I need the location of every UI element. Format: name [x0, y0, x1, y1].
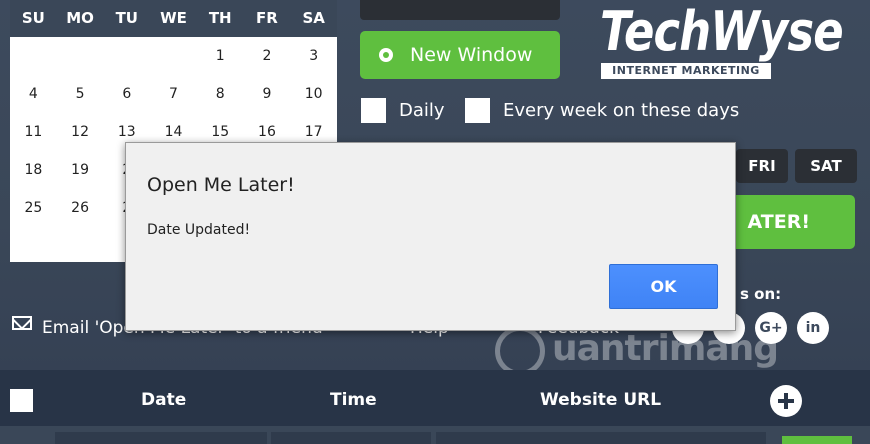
new-window-label: New Window [410, 44, 533, 66]
calendar-day[interactable] [10, 37, 57, 75]
every-week-checkbox[interactable] [465, 97, 490, 123]
calendar-day[interactable] [150, 37, 197, 75]
calendar-week: 1 2 3 [10, 37, 337, 75]
calendar-week: 4 5 6 7 8 9 10 [10, 75, 337, 113]
calendar-day[interactable]: 26 [57, 189, 104, 227]
ok-button[interactable]: OK [609, 264, 718, 309]
mail-icon [12, 316, 32, 330]
calendar-day[interactable] [57, 37, 104, 75]
select-all-checkbox[interactable] [10, 389, 33, 412]
dialog-message: Date Updated! [147, 222, 251, 238]
calendar-day[interactable]: 12 [57, 113, 104, 151]
weekday-sa: SA [302, 9, 325, 27]
column-header-time[interactable]: Time [330, 370, 377, 430]
calendar-day[interactable]: 7 [150, 75, 197, 113]
add-row-icon[interactable] [770, 385, 802, 417]
table-cell-url[interactable] [436, 432, 766, 444]
linkedin-icon[interactable]: in [797, 312, 829, 344]
every-week-option[interactable]: Every week on these days [465, 97, 739, 123]
column-header-date[interactable]: Date [141, 370, 186, 430]
calendar-day[interactable]: 4 [10, 75, 57, 113]
table-header: Date Time Website URL [0, 370, 870, 426]
dialog-title: Open Me Later! [147, 174, 295, 196]
open-me-later-button[interactable]: ATER! [718, 195, 855, 249]
calendar-day[interactable]: 3 [290, 37, 337, 75]
calendar-day[interactable]: 11 [10, 113, 57, 151]
every-week-label: Every week on these days [503, 99, 740, 121]
calendar-day[interactable]: 6 [103, 75, 150, 113]
calendar-day[interactable]: 8 [197, 75, 244, 113]
daily-option[interactable]: Daily [361, 97, 445, 123]
follow-us-label: s on: [740, 285, 782, 303]
calendar-day[interactable]: 9 [244, 75, 291, 113]
weekday-su: SU [21, 9, 45, 27]
weekday-mo: MO [66, 9, 94, 27]
row-action-button[interactable] [782, 436, 852, 444]
calendar-day[interactable]: 5 [57, 75, 104, 113]
column-header-url[interactable]: Website URL [540, 370, 661, 430]
weekday-we: WE [160, 9, 187, 27]
table-cell-time[interactable] [271, 432, 431, 444]
watermark-bulb-icon [495, 326, 545, 376]
watermark-text: uantrimang [552, 328, 779, 369]
calendar-day[interactable]: 1 [197, 37, 244, 75]
calendar-day[interactable] [103, 37, 150, 75]
weekday-tu: TU [115, 9, 138, 27]
techwyse-logo: TechWyse [600, 0, 844, 63]
calendar-day[interactable]: 25 [10, 189, 57, 227]
radio-selected-icon [379, 48, 393, 62]
day-button-fri[interactable]: FRI [736, 149, 788, 183]
table-cell-date[interactable] [55, 432, 267, 444]
weekday-th: TH [208, 9, 232, 27]
alert-dialog: Open Me Later! Date Updated! OK [125, 142, 736, 331]
calendar-day[interactable]: 2 [244, 37, 291, 75]
techwyse-logo-tagline: INTERNET MARKETING [601, 63, 771, 79]
weekday-fr: FR [256, 9, 278, 27]
daily-checkbox[interactable] [361, 97, 386, 123]
day-button-sat[interactable]: SAT [795, 149, 857, 183]
calendar-day[interactable]: 18 [10, 151, 57, 189]
calendar-day[interactable]: 10 [290, 75, 337, 113]
url-input-edge[interactable] [360, 0, 560, 20]
calendar-day[interactable]: 19 [57, 151, 104, 189]
calendar-weekday-header: SU MO TU WE TH FR SA [10, 0, 337, 37]
daily-label: Daily [399, 99, 445, 121]
new-window-button[interactable]: New Window [360, 31, 560, 79]
